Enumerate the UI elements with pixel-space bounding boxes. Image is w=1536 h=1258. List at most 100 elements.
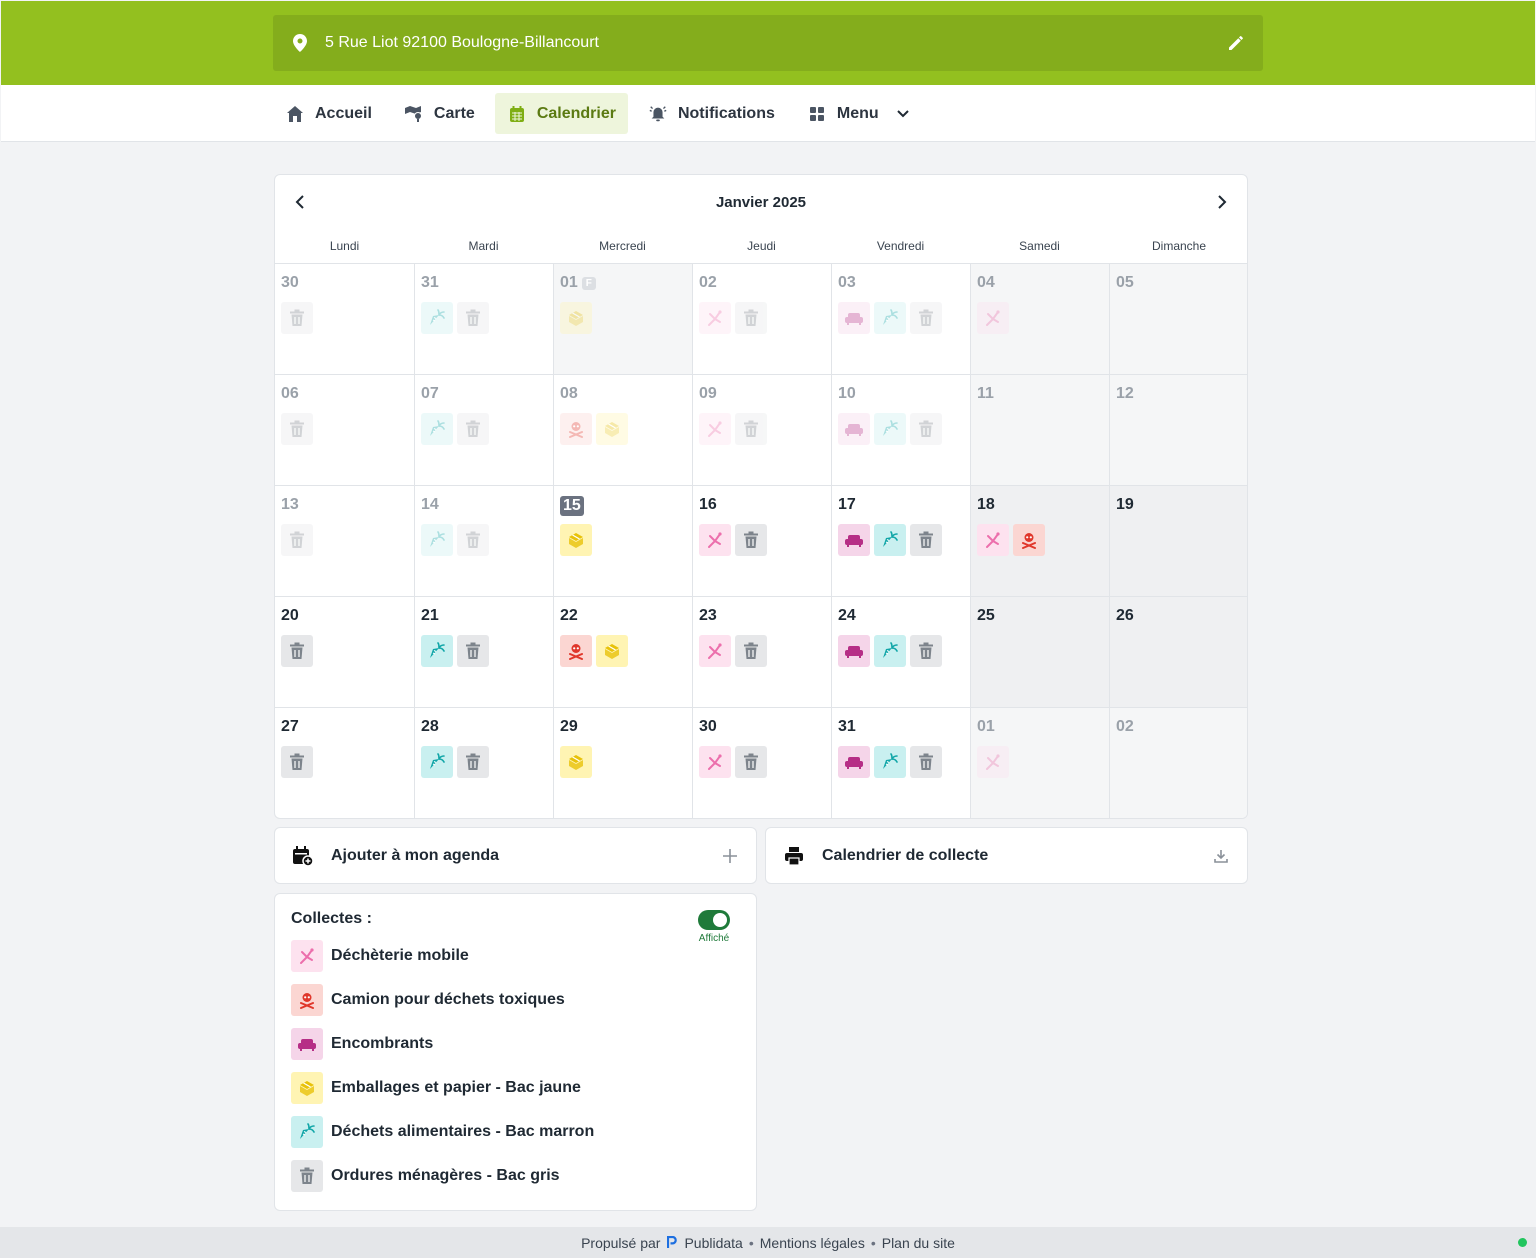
packaging-box-icon[interactable] [560,524,592,556]
calendar-day-cell[interactable]: 28 [414,707,553,818]
calendar-day-cell[interactable]: 31 [831,707,970,818]
mobile-recycling-icon[interactable] [699,746,731,778]
calendar-day-cell[interactable]: 10 [831,374,970,485]
carrot-icon[interactable] [874,635,906,667]
nav-item-carte[interactable]: Carte [392,93,487,134]
trash-icon[interactable] [910,413,942,445]
trash-icon[interactable] [457,746,489,778]
chevron-right-icon[interactable] [1211,191,1233,213]
calendar-day-cell[interactable]: 29 [553,707,692,818]
trash-icon[interactable] [735,413,767,445]
calendar-day-cell[interactable]: 18 [970,485,1109,596]
add-to-agenda-button[interactable]: Ajouter à mon agenda [274,827,757,884]
carrot-icon[interactable] [421,302,453,334]
calendar-day-cell[interactable]: 25 [970,596,1109,707]
calendar-day-cell[interactable]: 24 [831,596,970,707]
trash-icon[interactable] [457,635,489,667]
calendar-day-cell[interactable]: 26 [1109,596,1247,707]
mobile-recycling-icon[interactable] [977,524,1009,556]
packaging-box-icon[interactable] [596,635,628,667]
nav-item-accueil[interactable]: Accueil [273,93,384,134]
sofa-icon[interactable] [838,302,870,334]
trash-icon[interactable] [281,302,313,334]
calendar-day-cell[interactable]: 30 [692,707,831,818]
toxic-skull-icon[interactable] [560,635,592,667]
trash-icon[interactable] [910,746,942,778]
sofa-icon[interactable] [838,413,870,445]
calendar-day-cell[interactable]: 27 [275,707,414,818]
display-toggle[interactable]: Affiché [696,910,732,944]
calendar-day-cell[interactable]: 14 [414,485,553,596]
nav-item-calendrier[interactable]: Calendrier [494,93,628,134]
address-bar[interactable]: 5 Rue Liot 92100 Boulogne-Billancourt [273,15,1263,71]
calendar-day-cell[interactable]: 03 [831,263,970,374]
mobile-recycling-icon[interactable] [699,413,731,445]
toxic-skull-icon[interactable] [560,413,592,445]
nav-item-menu[interactable]: Menu [795,93,925,134]
calendar-day-cell[interactable]: 20 [275,596,414,707]
calendar-day-cell[interactable]: 15 [553,485,692,596]
carrot-icon[interactable] [421,746,453,778]
calendar-day-cell[interactable]: 13 [275,485,414,596]
calendar-day-cell[interactable]: 12 [1109,374,1247,485]
carrot-icon[interactable] [874,524,906,556]
carrot-icon[interactable] [421,413,453,445]
calendar-day-cell[interactable]: 05 [1109,263,1247,374]
calendar-day-cell[interactable]: 01 F [553,263,692,374]
calendar-day-cell[interactable]: 19 [1109,485,1247,596]
trash-icon[interactable] [910,524,942,556]
mobile-recycling-icon[interactable] [699,635,731,667]
trash-icon[interactable] [735,746,767,778]
calendar-day-cell[interactable]: 09 [692,374,831,485]
sofa-icon[interactable] [838,746,870,778]
trash-icon[interactable] [281,746,313,778]
trash-icon[interactable] [735,302,767,334]
calendar-day-cell[interactable]: 06 [275,374,414,485]
calendar-day-cell[interactable]: 02 [1109,707,1247,818]
sofa-icon[interactable] [838,524,870,556]
calendar-day-cell[interactable]: 21 [414,596,553,707]
mobile-recycling-icon[interactable] [977,746,1009,778]
calendar-day-cell[interactable]: 08 [553,374,692,485]
mobile-recycling-icon[interactable] [977,302,1009,334]
calendar-day-cell[interactable]: 16 [692,485,831,596]
packaging-box-icon[interactable] [560,302,592,334]
toxic-skull-icon[interactable] [1013,524,1045,556]
trash-icon[interactable] [735,524,767,556]
carrot-icon[interactable] [421,635,453,667]
publidata-link[interactable]: Publidata [684,1235,742,1251]
trash-icon[interactable] [457,524,489,556]
carrot-icon[interactable] [874,746,906,778]
sofa-icon[interactable] [838,635,870,667]
trash-icon[interactable] [910,302,942,334]
trash-icon[interactable] [281,524,313,556]
calendar-day-cell[interactable]: 11 [970,374,1109,485]
calendar-day-cell[interactable]: 30 [275,263,414,374]
trash-icon[interactable] [281,413,313,445]
toggle-switch[interactable] [698,910,730,930]
trash-icon[interactable] [457,413,489,445]
nav-item-notifications[interactable]: Notifications [636,93,787,134]
packaging-box-icon[interactable] [596,413,628,445]
collection-calendar-download-button[interactable]: Calendrier de collecte [765,827,1248,884]
packaging-box-icon[interactable] [560,746,592,778]
mobile-recycling-icon[interactable] [699,302,731,334]
trash-icon[interactable] [735,635,767,667]
calendar-day-cell[interactable]: 31 [414,263,553,374]
carrot-icon[interactable] [874,302,906,334]
calendar-day-cell[interactable]: 17 [831,485,970,596]
calendar-day-cell[interactable]: 02 [692,263,831,374]
calendar-day-cell[interactable]: 07 [414,374,553,485]
calendar-day-cell[interactable]: 23 [692,596,831,707]
carrot-icon[interactable] [421,524,453,556]
edit-pencil-icon[interactable] [1225,32,1247,54]
calendar-day-cell[interactable]: 01 [970,707,1109,818]
mobile-recycling-icon[interactable] [699,524,731,556]
trash-icon[interactable] [281,635,313,667]
trash-icon[interactable] [910,635,942,667]
calendar-day-cell[interactable]: 22 [553,596,692,707]
carrot-icon[interactable] [874,413,906,445]
sitemap-link[interactable]: Plan du site [882,1235,955,1251]
legal-link[interactable]: Mentions légales [760,1235,865,1251]
calendar-day-cell[interactable]: 04 [970,263,1109,374]
